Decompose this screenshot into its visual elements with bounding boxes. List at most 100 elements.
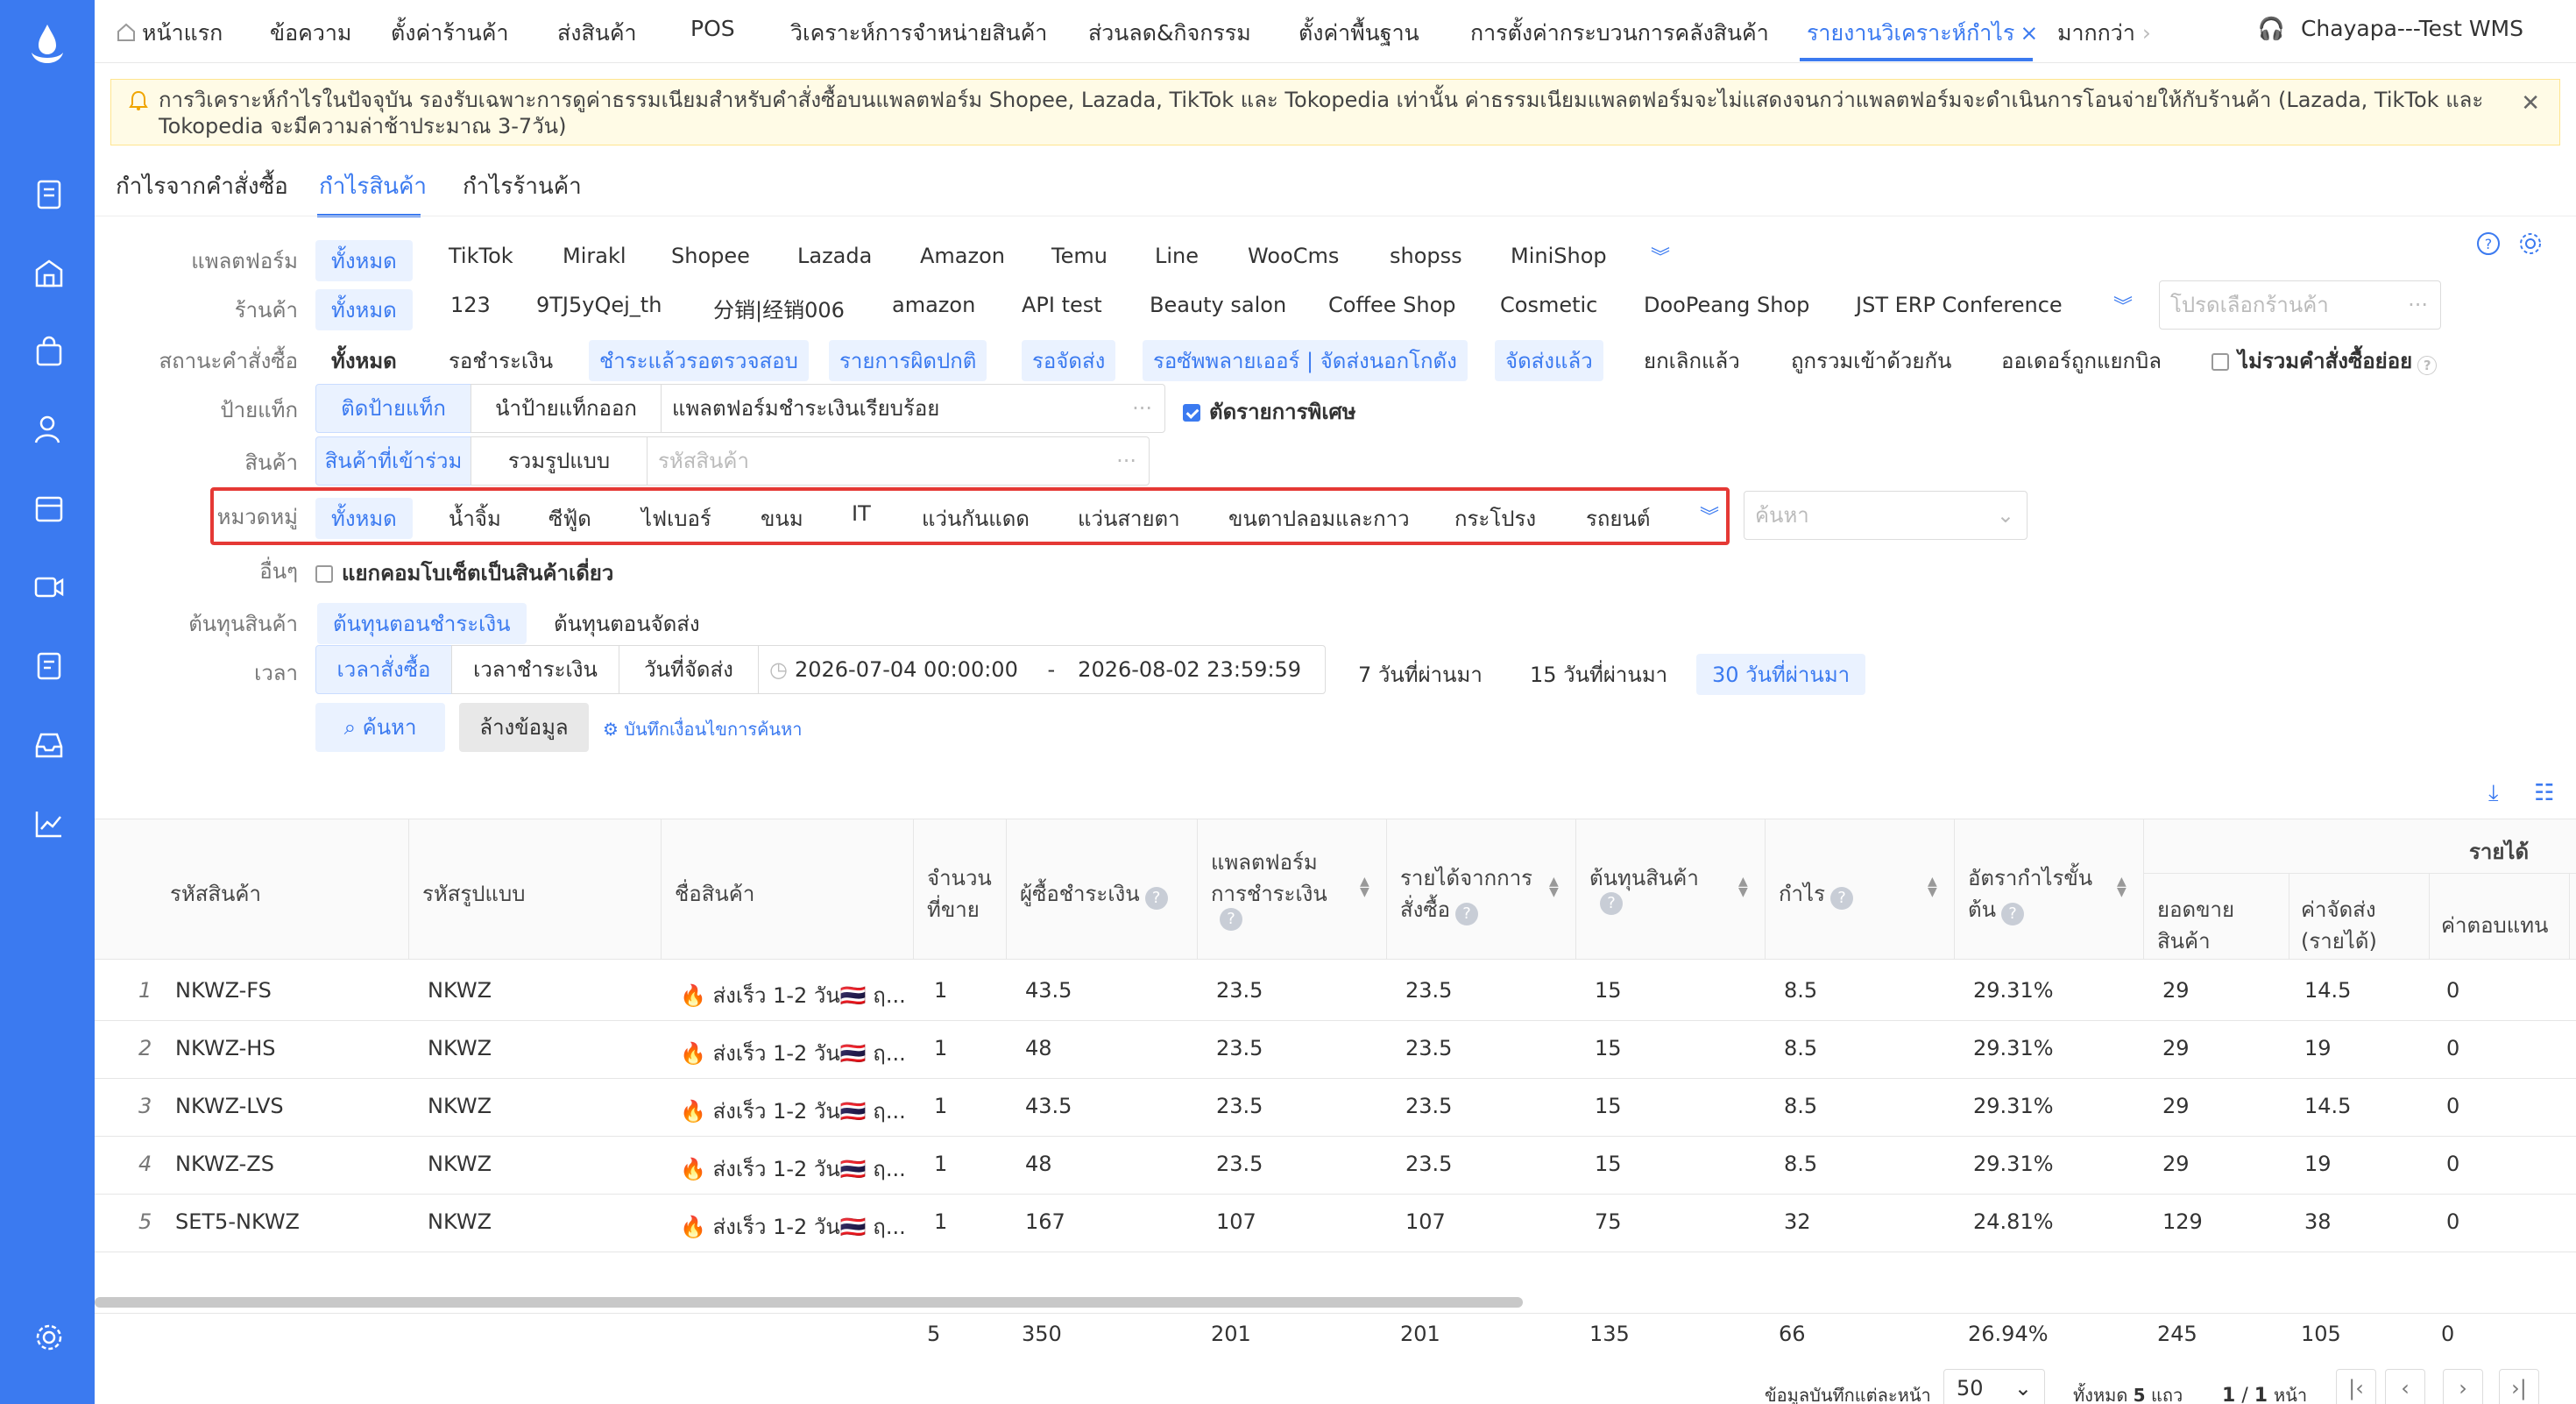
nav-shop-settings[interactable]: ตั้งค่าร้านค้า bbox=[391, 16, 509, 51]
notice-close-icon[interactable]: ✕ bbox=[2521, 90, 2540, 117]
cell-name[interactable]: 🔥 ส่งเร็ว 1-2 วัน🇹🇭 ฤ... bbox=[680, 978, 906, 1012]
quick-range-15[interactable]: 15 วันที่ผ่านมา bbox=[1530, 657, 1667, 691]
warehouse-icon[interactable] bbox=[32, 491, 67, 526]
time-segment-payment[interactable]: เวลาชำระเงิน bbox=[451, 645, 619, 694]
help-icon[interactable]: ? bbox=[1220, 908, 1242, 931]
shop-option[interactable]: DooPeang Shop bbox=[1644, 293, 1809, 317]
category-expand-icon[interactable]: ︾ bbox=[1700, 501, 1719, 529]
shop-option-all[interactable]: ทั้งหมด bbox=[315, 289, 413, 330]
nav-pos[interactable]: POS bbox=[690, 16, 735, 41]
time-segment-shipping[interactable]: วันที่จัดส่ง bbox=[619, 645, 759, 694]
sort-icon[interactable]: ▲ ▼ bbox=[1549, 876, 1559, 898]
special-items-checkbox[interactable]: ตัดรายการพิเศษ bbox=[1183, 394, 1356, 429]
settings-icon[interactable] bbox=[32, 1320, 67, 1355]
status-option-all[interactable]: ทั้งหมด bbox=[331, 344, 397, 378]
user-icon[interactable] bbox=[32, 412, 67, 447]
category-option-all[interactable]: ทั้งหมด bbox=[315, 498, 413, 539]
shop-option[interactable]: Cosmetic bbox=[1500, 293, 1597, 317]
nav-messages[interactable]: ข้อความ bbox=[270, 16, 351, 51]
category-option[interactable]: แว่นสายตา bbox=[1078, 501, 1180, 535]
platform-option[interactable]: TikTok bbox=[449, 244, 513, 268]
platform-option[interactable]: Amazon bbox=[920, 244, 1005, 268]
status-option[interactable]: จัดส่งแล้ว bbox=[1495, 340, 1603, 381]
nav-discounts[interactable]: ส่วนลด&กิจกรรม bbox=[1088, 16, 1251, 51]
last-page-button[interactable]: ›| bbox=[2499, 1369, 2539, 1404]
next-page-button[interactable]: › bbox=[2443, 1369, 2483, 1404]
platform-option[interactable]: Line bbox=[1155, 244, 1199, 268]
exclude-sub-orders-checkbox[interactable]: ไม่รวมคำสั่งซื้อย่อย? bbox=[2212, 344, 2438, 378]
orders-icon[interactable] bbox=[32, 177, 67, 212]
gear-icon[interactable] bbox=[2518, 231, 2543, 262]
status-option[interactable]: รอชำระเงิน bbox=[449, 344, 553, 378]
help-icon[interactable]: ? bbox=[1455, 903, 1479, 925]
platform-option[interactable]: shopss bbox=[1390, 244, 1462, 268]
split-combo-checkbox[interactable]: แยกคอมโบเซ็ตเป็นสินค้าเดี่ยว bbox=[315, 556, 613, 590]
cost-option-shipping[interactable]: ต้นทุนตอนจัดส่ง bbox=[554, 606, 700, 641]
headset-icon[interactable]: 🎧 bbox=[2258, 16, 2285, 41]
cost-option-payment[interactable]: ต้นทุนตอนชำระเงิน bbox=[317, 603, 527, 644]
category-option[interactable]: IT bbox=[852, 501, 871, 526]
category-option[interactable]: แว่นกันแดด bbox=[922, 501, 1030, 535]
status-option[interactable]: ออเดอร์ถูกแยกบิล bbox=[2001, 344, 2162, 378]
product-code-input[interactable]: รหัสสินค้า ··· bbox=[647, 436, 1150, 486]
quick-range-30[interactable]: 30 วันที่ผ่านมา bbox=[1696, 654, 1866, 695]
category-option[interactable]: ขนม bbox=[761, 501, 803, 535]
quick-range-7[interactable]: 7 วันที่ผ่านมา bbox=[1358, 657, 1483, 691]
tab-shop-profit[interactable]: กำไรร้านค้า bbox=[463, 168, 582, 204]
status-option[interactable]: รอซัพพลายเออร์ | จัดส่งนอกโกดัง bbox=[1143, 340, 1468, 381]
shop-option[interactable]: API test bbox=[1022, 293, 1102, 317]
user-menu[interactable]: 🎧 Chayapa---Test WMS bbox=[2258, 16, 2523, 42]
tab-product-profit[interactable]: กำไรสินค้า bbox=[319, 168, 427, 204]
help-icon[interactable]: ? bbox=[2001, 903, 2024, 925]
date-range-picker[interactable]: ◷ 2026-07-04 00:00:00 -2026-08-02 23:59:5… bbox=[758, 645, 1326, 694]
help-icon[interactable]: ? bbox=[1600, 892, 1623, 915]
status-option[interactable]: รายการผิดปกติ bbox=[829, 340, 987, 381]
sort-icon[interactable]: ▲ ▼ bbox=[1928, 876, 1937, 898]
save-search-link[interactable]: ⚙ บันทึกเงื่อนไขการค้นหา bbox=[603, 715, 803, 743]
cell-name[interactable]: 🔥 ส่งเร็ว 1-2 วัน🇹🇭 ฤ... bbox=[680, 1094, 906, 1128]
nav-sales-analysis[interactable]: วิเคราะห์การจำหน่ายสินค้า bbox=[790, 16, 1047, 51]
category-search-select[interactable]: ค้นหา ⌄ bbox=[1744, 491, 2028, 540]
platform-option[interactable]: MiniShop bbox=[1511, 244, 1607, 268]
tag-segment-remove[interactable]: นำป้ายแท็กออก bbox=[471, 384, 662, 433]
category-option[interactable]: ไฟเบอร์ bbox=[641, 501, 711, 535]
shop-option[interactable]: 123 bbox=[450, 293, 491, 317]
help-icon[interactable]: ? bbox=[1829, 887, 1853, 910]
platform-option[interactable]: Lazada bbox=[797, 244, 872, 268]
category-option[interactable]: รถยนต์ bbox=[1586, 501, 1650, 535]
prev-page-button[interactable]: ‹ bbox=[2385, 1369, 2425, 1404]
sort-icon[interactable]: ▲ ▼ bbox=[1360, 876, 1369, 898]
platform-option[interactable]: WooCms bbox=[1248, 244, 1339, 268]
category-option[interactable]: กระโปรง bbox=[1454, 501, 1536, 535]
store-icon[interactable] bbox=[32, 256, 67, 291]
download-icon[interactable]: ⤓ bbox=[2488, 780, 2499, 807]
platform-option[interactable]: Mirakl bbox=[563, 244, 626, 268]
help-icon[interactable]: ? bbox=[2417, 356, 2438, 375]
shop-select[interactable]: โปรดเลือกร้านค้า ··· bbox=[2159, 280, 2441, 330]
platform-option[interactable]: Shopee bbox=[671, 244, 750, 268]
shop-option[interactable]: Coffee Shop bbox=[1328, 293, 1456, 317]
platform-option[interactable]: Temu bbox=[1051, 244, 1108, 268]
shop-option[interactable]: 9TJ5yQej_th bbox=[536, 293, 662, 317]
cell-name[interactable]: 🔥 ส่งเร็ว 1-2 วัน🇹🇭 ฤ... bbox=[680, 1036, 906, 1070]
tag-segment-add[interactable]: ติดป้ายแท็ก bbox=[315, 384, 471, 433]
shop-option[interactable]: Beauty salon bbox=[1150, 293, 1286, 317]
status-option[interactable]: ถูกรวมเข้าด้วยกัน bbox=[1791, 344, 1951, 378]
bag-icon[interactable] bbox=[32, 335, 67, 370]
category-option[interactable]: ซีฟู้ด bbox=[548, 501, 591, 535]
first-page-button[interactable]: |‹ bbox=[2336, 1369, 2376, 1404]
shop-expand-icon[interactable]: ︾ bbox=[2113, 291, 2133, 319]
app-logo-icon[interactable] bbox=[26, 23, 68, 72]
sort-icon[interactable]: ▲ ▼ bbox=[2117, 876, 2127, 898]
columns-icon[interactable]: ☷ bbox=[2534, 780, 2554, 806]
shop-option[interactable]: JST ERP Conference bbox=[1856, 293, 2063, 317]
report-icon[interactable] bbox=[32, 649, 67, 684]
nav-profit-report[interactable]: รายงานวิเคราะห์กำไร × bbox=[1807, 16, 2038, 51]
nav-shipping[interactable]: ส่งสินค้า bbox=[557, 16, 637, 51]
platform-expand-icon[interactable]: ︾ bbox=[1651, 242, 1670, 270]
nav-home[interactable]: หน้าแรก bbox=[116, 16, 223, 51]
sort-icon[interactable]: ▲ ▼ bbox=[1738, 876, 1748, 898]
status-option[interactable]: รอจัดส่ง bbox=[1022, 340, 1116, 381]
nav-warehouse-settings[interactable]: การตั้งค่ากระบวนการคลังสินค้า bbox=[1470, 16, 1769, 51]
status-option[interactable]: ยกเลิกแล้ว bbox=[1644, 344, 1740, 378]
